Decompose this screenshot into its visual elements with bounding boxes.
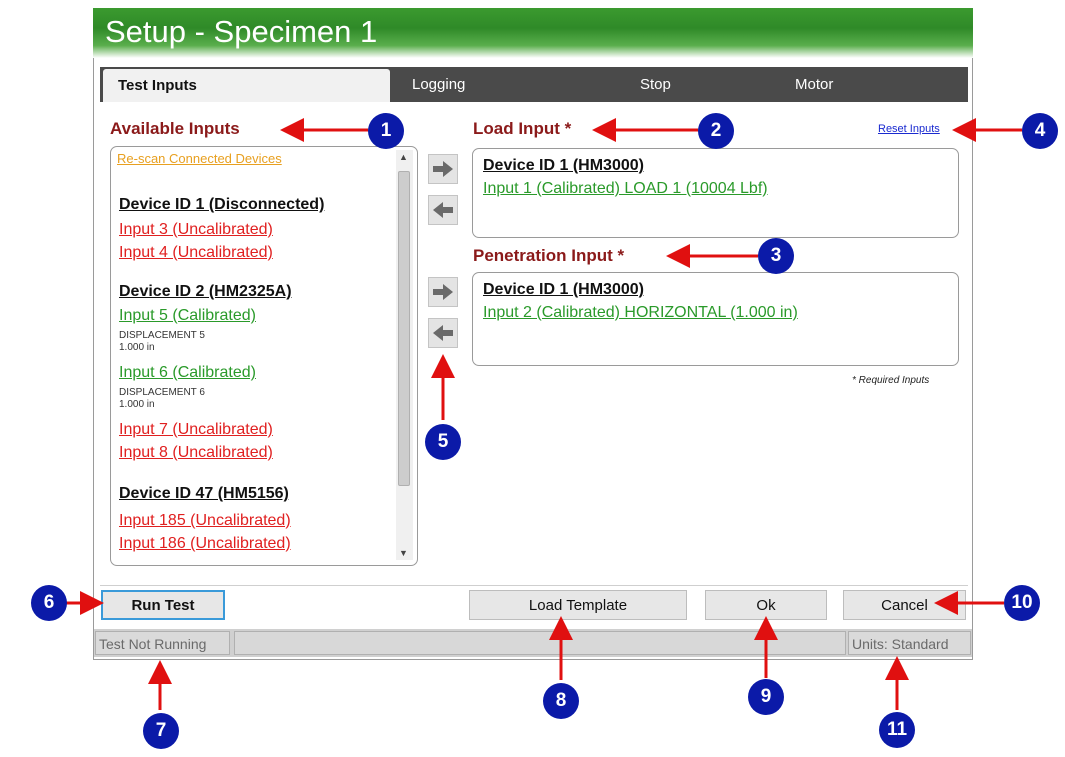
callout-1: 1 xyxy=(368,113,404,149)
callout-9: 9 xyxy=(748,679,784,715)
callout-11: 11 xyxy=(879,712,915,748)
callout-8: 8 xyxy=(543,683,579,719)
annotation-arrows xyxy=(66,118,1022,710)
callout-2: 2 xyxy=(698,113,734,149)
callout-3: 3 xyxy=(758,238,794,274)
callout-4: 4 xyxy=(1022,113,1058,149)
callout-5: 5 xyxy=(425,424,461,460)
callout-7: 7 xyxy=(143,713,179,749)
callout-6: 6 xyxy=(31,585,67,621)
callout-10: 10 xyxy=(1004,585,1040,621)
